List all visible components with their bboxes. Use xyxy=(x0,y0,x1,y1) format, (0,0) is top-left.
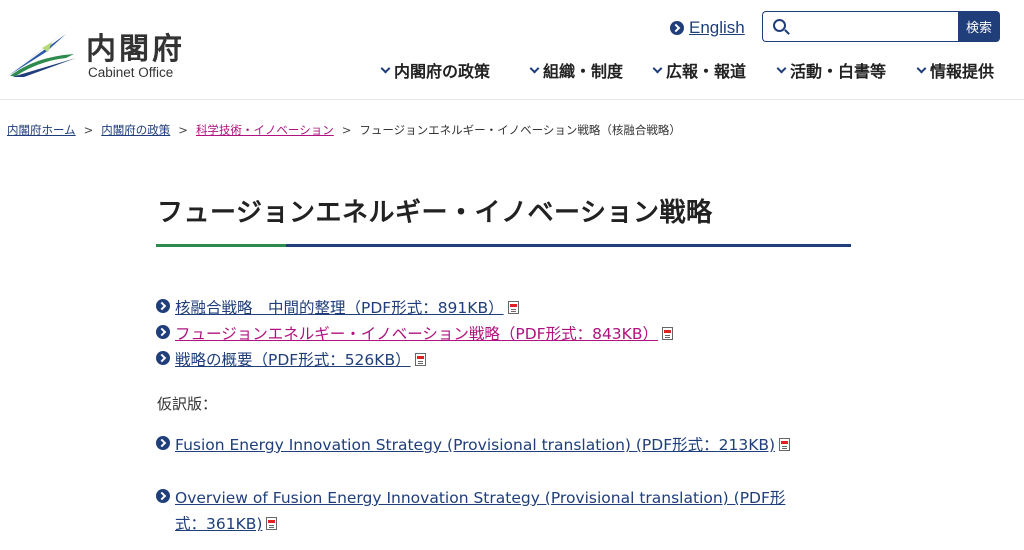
gnav-item-information[interactable]: 情報提供 xyxy=(916,58,995,82)
pdf-file-icon xyxy=(266,517,278,530)
title-underline-accent xyxy=(156,244,286,247)
document-link-row: 戦略の概要（PDF形式：526KB） xyxy=(156,347,426,373)
search-box xyxy=(762,11,958,42)
chevron-down-icon xyxy=(652,63,663,73)
document-link-row: 核融合戦略 中間的整理（PDF形式：891KB） xyxy=(156,295,519,321)
pdf-file-icon xyxy=(661,327,673,340)
document-link-row: フュージョンエネルギー・イノベーション戦略（PDF形式：843KB） xyxy=(156,321,673,347)
gnav-label: 組織・制度 xyxy=(543,62,624,81)
gnav-item-policy[interactable]: 内閣府の政策 xyxy=(380,58,491,82)
pdf-file-icon xyxy=(779,438,791,451)
strategy-pdf-link[interactable]: フュージョンエネルギー・イノベーション戦略（PDF形式：843KB） xyxy=(175,325,658,343)
translation-link-row: Fusion Energy Innovation Strategy (Provi… xyxy=(156,432,816,458)
breadcrumb: 内閣府ホーム > 内閣府の政策 > 科学技術・イノベーション > フュージョンエ… xyxy=(7,122,681,138)
circle-arrow-icon xyxy=(670,21,684,35)
strategy-overview-pdf-link[interactable]: 戦略の概要（PDF形式：526KB） xyxy=(175,351,411,369)
gnav-item-organization[interactable]: 組織・制度 xyxy=(529,58,624,82)
english-label: English xyxy=(689,18,745,37)
translation-link-row: Overview of Fusion Energy Innovation Str… xyxy=(156,485,816,537)
english-link[interactable]: English xyxy=(670,18,745,38)
circle-arrow-icon xyxy=(156,325,170,339)
breadcrumb-current: フュージョンエネルギー・イノベーション戦略（核融合戦略） xyxy=(359,123,681,137)
gnav-label: 活動・白書等 xyxy=(790,62,887,81)
title-underline xyxy=(156,244,851,247)
search-icon xyxy=(773,19,786,32)
gnav-label: 情報提供 xyxy=(930,62,995,81)
gnav-label: 内閣府の政策 xyxy=(394,62,491,81)
interim-report-pdf-link[interactable]: 核融合戦略 中間的整理（PDF形式：891KB） xyxy=(175,299,504,317)
circle-arrow-icon xyxy=(156,299,170,313)
search-input[interactable] xyxy=(797,16,952,38)
search-button[interactable]: 検索 xyxy=(958,11,1000,42)
gnav-item-press[interactable]: 広報・報道 xyxy=(652,58,747,82)
provisional-translation-label: 仮訳版： xyxy=(157,395,218,413)
circle-arrow-icon xyxy=(156,489,170,503)
gnav-label: 広報・報道 xyxy=(666,62,747,81)
breadcrumb-separator: > xyxy=(178,123,188,137)
chevron-down-icon xyxy=(776,63,787,73)
breadcrumb-separator: > xyxy=(83,123,94,137)
search-form: 検索 xyxy=(762,11,1000,42)
breadcrumb-separator: > xyxy=(341,123,352,137)
pdf-file-icon xyxy=(414,353,426,366)
circle-arrow-icon xyxy=(156,436,170,450)
page-title: フュージョンエネルギー・イノベーション戦略 xyxy=(157,198,713,228)
strategy-translation-pdf-link[interactable]: Fusion Energy Innovation Strategy (Provi… xyxy=(175,436,775,454)
global-nav: 内閣府の政策 組織・制度 広報・報道 活動・白書等 情報提供 xyxy=(0,58,1024,82)
breadcrumb-science-link[interactable]: 科学技術・イノベーション xyxy=(196,122,334,138)
chevron-down-icon xyxy=(380,63,391,73)
chevron-down-icon xyxy=(916,63,927,73)
breadcrumb-policy-link[interactable]: 内閣府の政策 xyxy=(101,122,170,138)
pdf-file-icon xyxy=(507,301,519,314)
circle-arrow-icon xyxy=(156,351,170,365)
site-header: 内閣府 Cabinet Office English 検索 内閣府の政策 組織・… xyxy=(0,0,1024,100)
chevron-down-icon xyxy=(529,63,540,73)
gnav-item-activities[interactable]: 活動・白書等 xyxy=(776,58,887,82)
breadcrumb-home-link[interactable]: 内閣府ホーム xyxy=(7,122,76,138)
